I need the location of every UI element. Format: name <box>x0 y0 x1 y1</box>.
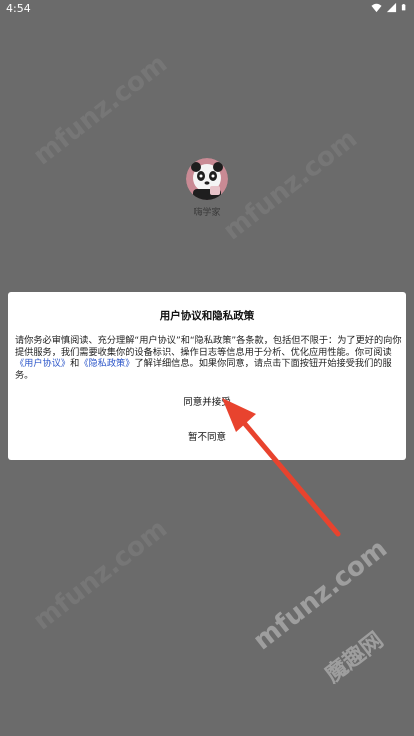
body-text-and: 和 <box>70 358 80 370</box>
status-icons <box>371 2 408 13</box>
status-bar: 4:54 <box>0 0 414 18</box>
dialog-body: 请你务必审慎阅读、充分理解“用户协议”和“隐私政策”各条款，包括但不限于：为了更… <box>15 335 402 381</box>
body-text: 请你务必审慎阅读、充分理解“用户协议”和“隐私政策”各条款，包括但不限于：为了更… <box>15 335 402 358</box>
battery-icon <box>401 4 406 11</box>
signal-icon <box>386 2 397 13</box>
watermark: mfunz.com <box>247 533 394 657</box>
watermark: mfunz.com <box>27 513 174 637</box>
watermark-brand: 魔趣网 <box>320 627 389 689</box>
status-time: 4:54 <box>6 2 31 15</box>
agree-button[interactable]: 同意并接受 <box>172 394 242 408</box>
watermark: mfunz.com <box>217 123 364 247</box>
dialog-title: 用户协议和隐私政策 <box>159 310 255 322</box>
user-agreement-link[interactable]: 《用户协议》 <box>15 358 70 369</box>
watermark: mfunz.com <box>27 48 174 172</box>
disagree-button[interactable]: 暂不同意 <box>172 429 242 443</box>
app-logo-panda-icon <box>186 158 228 200</box>
app-name: 嗨学家 <box>193 208 221 218</box>
wifi-icon <box>371 3 382 13</box>
privacy-policy-link[interactable]: 《隐私政策》 <box>79 358 134 369</box>
privacy-dialog: 用户协议和隐私政策 请你务必审慎阅读、充分理解“用户协议”和“隐私政策”各条款，… <box>8 292 406 460</box>
